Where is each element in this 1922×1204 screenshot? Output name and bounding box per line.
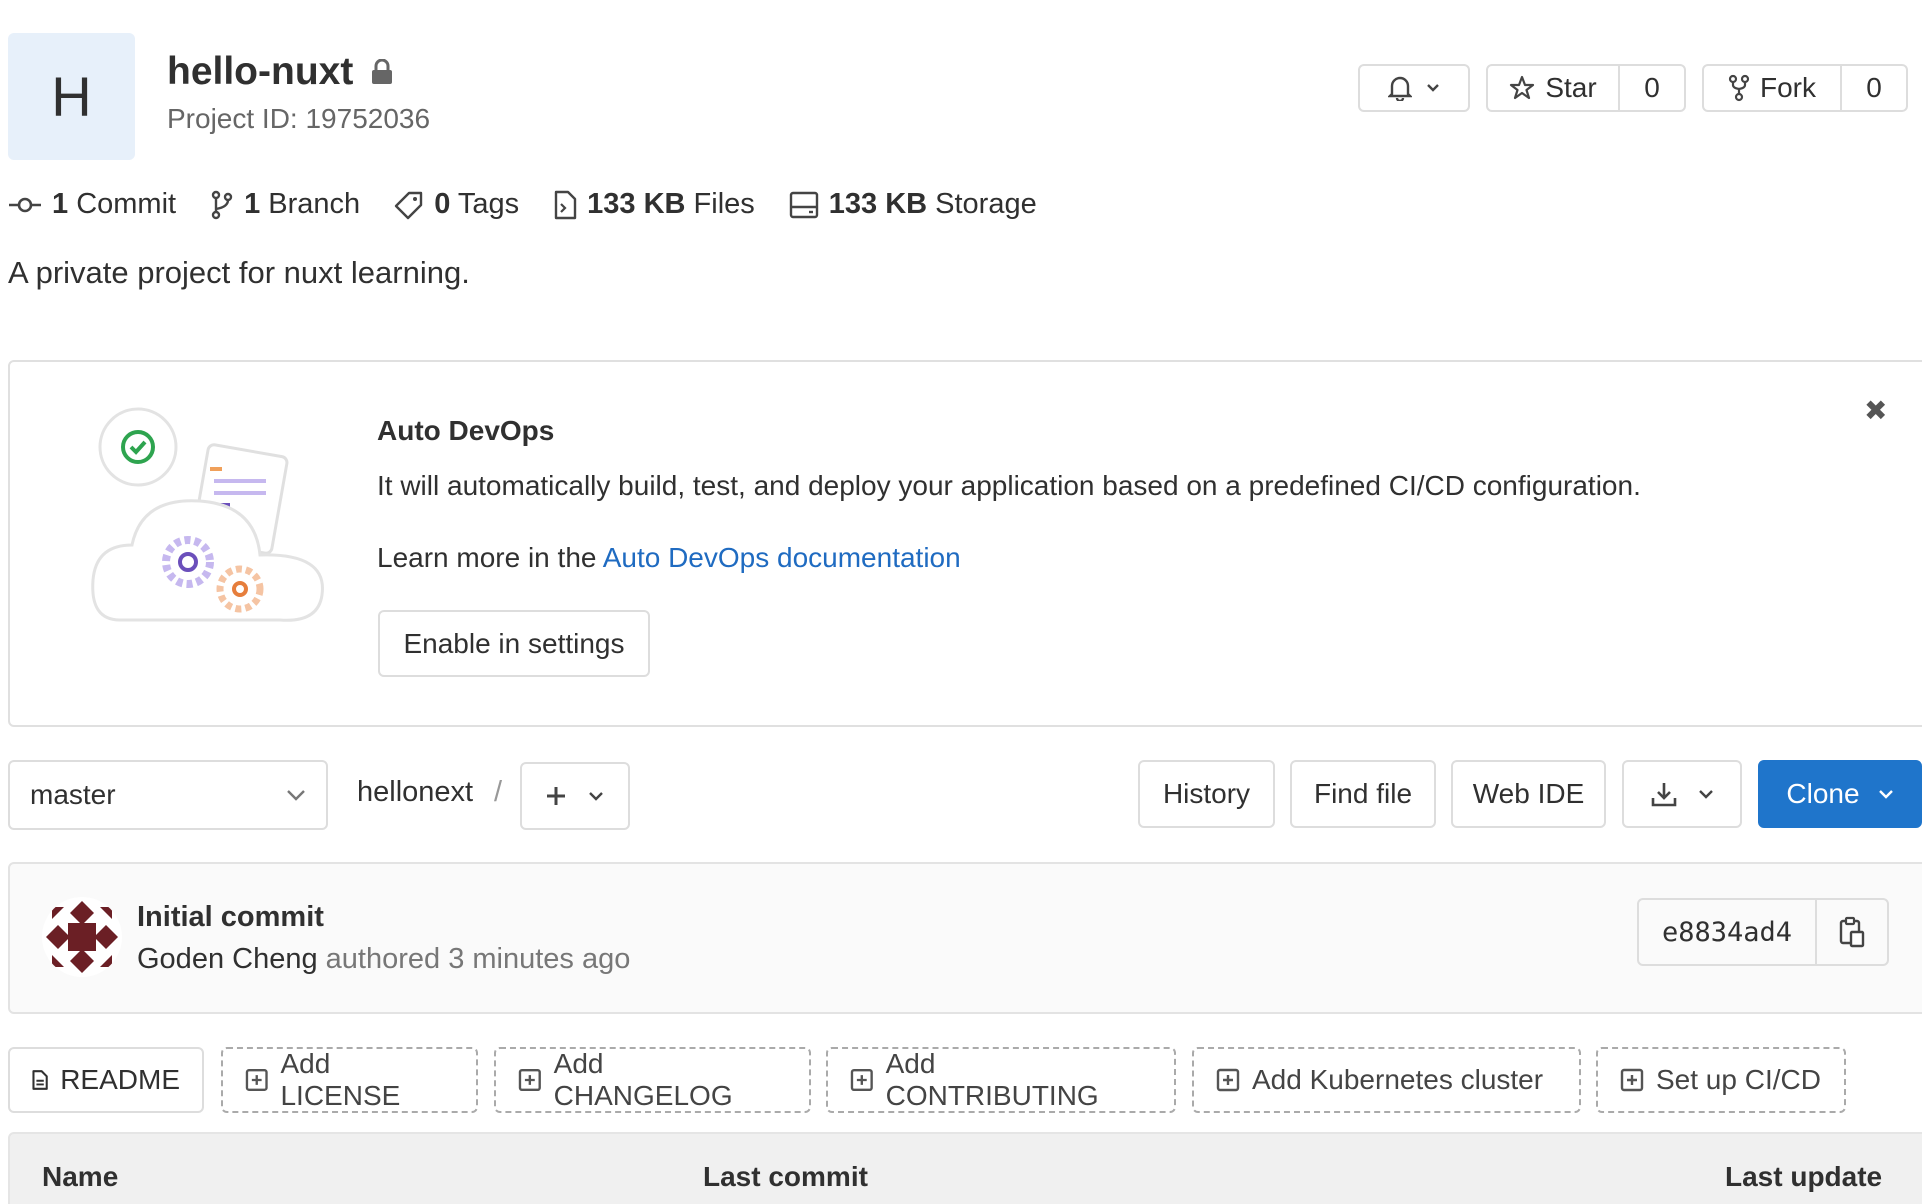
stat-label: Files bbox=[693, 188, 755, 220]
branch-select[interactable]: master bbox=[8, 760, 328, 830]
bell-icon bbox=[1388, 76, 1412, 101]
commit-author[interactable]: Goden Cheng bbox=[137, 943, 318, 975]
stat-label: Tags bbox=[457, 188, 520, 220]
file-table-header bbox=[8, 1132, 1922, 1204]
close-icon[interactable]: ✖ bbox=[1864, 394, 1887, 427]
star-icon bbox=[1510, 75, 1535, 100]
commit-meta: Goden Cheng authored 3 minutes ago bbox=[137, 943, 630, 976]
column-last-update: Last update bbox=[1725, 1161, 1883, 1192]
project-stats: 1 Commit 1 Branch 0 Tags 133 KB Files 13… bbox=[8, 188, 1071, 221]
star-button-group: Star 0 bbox=[1486, 64, 1686, 112]
breadcrumb-repo-path[interactable]: hellonext bbox=[357, 776, 473, 809]
plus-icon bbox=[547, 787, 565, 805]
plus-square-icon bbox=[245, 1069, 268, 1091]
add-kubernetes-cluster-button[interactable]: Add Kubernetes cluster bbox=[1192, 1047, 1581, 1113]
add-license-button[interactable]: Add LICENSE bbox=[221, 1047, 478, 1113]
add-license-label: Add LICENSE bbox=[280, 1048, 401, 1111]
devops-illustration-icon bbox=[91, 407, 324, 622]
fork-button[interactable]: Fork bbox=[1704, 66, 1840, 110]
star-label: Star bbox=[1545, 72, 1597, 103]
file-icon bbox=[554, 190, 577, 219]
commit-sha[interactable]: e8834ad4 bbox=[1639, 900, 1815, 964]
add-contributing-button[interactable]: Add CONTRIBUTING bbox=[826, 1047, 1176, 1113]
add-changelog-label: Add CHANGELOG bbox=[553, 1048, 733, 1111]
stat-value: 133 KB bbox=[587, 188, 686, 220]
web-ide-button[interactable]: Web IDE bbox=[1451, 760, 1606, 828]
commit-author-avatar[interactable] bbox=[42, 897, 122, 977]
stat-commits[interactable]: 1 Commit bbox=[8, 188, 176, 221]
clipboard-icon bbox=[1839, 916, 1865, 948]
stat-label: Commit bbox=[76, 188, 177, 220]
plus-square-icon bbox=[1216, 1068, 1240, 1092]
notification-button[interactable] bbox=[1358, 64, 1470, 112]
stat-files[interactable]: 133 KB Files bbox=[553, 188, 755, 221]
breadcrumb-separator: / bbox=[494, 776, 503, 808]
stat-storage[interactable]: 133 KB Storage bbox=[789, 188, 1037, 221]
plus-square-icon bbox=[518, 1068, 541, 1092]
readme-button[interactable]: README bbox=[8, 1047, 204, 1113]
branch-select-value: master bbox=[30, 779, 116, 810]
devops-learn-more: Learn more in the Auto DevOps documentat… bbox=[377, 542, 961, 574]
chevron-down-icon bbox=[1878, 790, 1893, 799]
commit-time: authored 3 minutes ago bbox=[325, 943, 631, 975]
clone-label: Clone bbox=[1786, 778, 1860, 809]
download-button[interactable] bbox=[1622, 760, 1742, 828]
find-file-button[interactable]: Find file bbox=[1290, 760, 1436, 828]
devops-learn-prefix: Learn more in the bbox=[377, 542, 603, 573]
project-title-row: hello-nuxt bbox=[167, 50, 393, 94]
fork-icon bbox=[1728, 74, 1750, 102]
column-name: Name bbox=[42, 1161, 119, 1192]
commit-icon bbox=[9, 197, 41, 212]
stat-label: Storage bbox=[935, 188, 1037, 220]
chevron-down-icon bbox=[589, 792, 603, 801]
commit-sha-group: e8834ad4 bbox=[1637, 898, 1889, 966]
setup-cicd-button[interactable]: Set up CI/CD bbox=[1596, 1047, 1846, 1113]
chevron-down-icon bbox=[287, 790, 305, 801]
chevron-down-icon bbox=[1699, 790, 1713, 799]
chevron-down-icon bbox=[1427, 84, 1439, 92]
star-count[interactable]: 0 bbox=[1618, 66, 1684, 110]
commit-title[interactable]: Initial commit bbox=[137, 901, 324, 934]
lock-icon bbox=[372, 59, 393, 84]
devops-doc-link[interactable]: Auto DevOps documentation bbox=[603, 542, 961, 573]
column-last-commit: Last commit bbox=[703, 1161, 868, 1192]
devops-text: It will automatically build, test, and d… bbox=[377, 470, 1641, 501]
plus-square-icon bbox=[850, 1068, 873, 1092]
copy-sha-button[interactable] bbox=[1815, 900, 1887, 964]
enable-in-settings-button[interactable]: Enable in settings bbox=[378, 610, 650, 677]
project-avatar: H bbox=[8, 33, 135, 160]
star-button[interactable]: Star bbox=[1488, 66, 1618, 110]
project-avatar-letter: H bbox=[51, 65, 92, 128]
project-name: hello-nuxt bbox=[167, 50, 354, 93]
fork-button-group: Fork 0 bbox=[1702, 64, 1908, 112]
clone-button[interactable]: Clone bbox=[1758, 760, 1922, 828]
document-icon bbox=[32, 1070, 48, 1090]
add-to-tree-button[interactable] bbox=[520, 762, 630, 830]
plus-square-icon bbox=[1620, 1068, 1644, 1092]
stat-tags[interactable]: 0 Tags bbox=[394, 188, 519, 221]
storage-icon bbox=[789, 191, 818, 218]
download-icon bbox=[1651, 783, 1677, 807]
readme-label: README bbox=[60, 1064, 180, 1095]
fork-label: Fork bbox=[1760, 72, 1816, 103]
add-changelog-button[interactable]: Add CHANGELOG bbox=[494, 1047, 811, 1113]
history-button[interactable]: History bbox=[1138, 760, 1275, 828]
devops-title: Auto DevOps bbox=[377, 415, 555, 446]
add-kubernetes-label: Add Kubernetes cluster bbox=[1252, 1064, 1544, 1095]
stat-value: 133 KB bbox=[828, 188, 928, 220]
project-description: A private project for nuxt learning. bbox=[8, 255, 470, 290]
stat-value: 1 bbox=[52, 188, 69, 220]
project-id: Project ID: 19752036 bbox=[167, 103, 431, 134]
stat-value: 1 bbox=[244, 188, 261, 220]
branch-icon bbox=[211, 190, 233, 219]
tag-icon bbox=[394, 191, 423, 219]
setup-cicd-label: Set up CI/CD bbox=[1656, 1064, 1821, 1095]
last-commit-panel bbox=[8, 862, 1922, 1014]
stat-value: 0 bbox=[434, 188, 451, 220]
stat-label: Branch bbox=[268, 188, 361, 220]
add-contributing-label: Add CONTRIBUTING bbox=[885, 1048, 1099, 1111]
fork-count[interactable]: 0 bbox=[1840, 66, 1906, 110]
stat-branches[interactable]: 1 Branch bbox=[210, 188, 360, 221]
